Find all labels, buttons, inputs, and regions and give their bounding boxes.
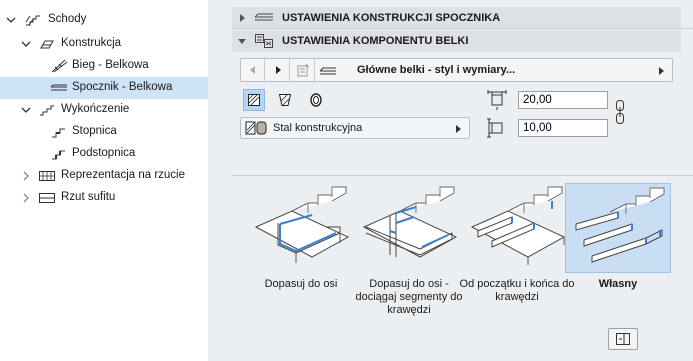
landing-beam-icon — [254, 10, 274, 26]
tree-item-bieg-belkowa[interactable]: Bieg - Belkowa — [0, 55, 208, 77]
tree-item-rzut-sufitu[interactable]: Rzut sufitu — [0, 187, 208, 209]
structure-icon — [38, 36, 56, 52]
divider — [232, 175, 693, 176]
option-fit-to-axis-extend[interactable] — [356, 183, 462, 273]
tree-item-spocznik-belkowa[interactable]: Spocznik - Belkowa — [0, 77, 208, 99]
riser-icon — [50, 146, 68, 162]
chevron-right-icon[interactable] — [21, 171, 31, 181]
split-panel-icon — [616, 333, 630, 345]
material-dropdown[interactable]: Stal konstrukcyjna — [240, 117, 470, 139]
floor-plan-icon — [38, 168, 56, 184]
material-label: Stal konstrukcyjna — [273, 122, 363, 134]
tree-item-label: Reprezentacja na rzucie — [61, 169, 186, 181]
tree-item-konstrukcja[interactable]: Konstrukcja — [0, 33, 208, 55]
beam-width-icon — [486, 89, 508, 111]
tree-item-label: Wykończenie — [61, 103, 130, 115]
flight-beam-icon — [50, 58, 68, 74]
chain-link-icon[interactable] — [615, 99, 625, 125]
chevron-down-icon[interactable] — [21, 105, 31, 115]
collapse-triangle-icon[interactable] — [237, 36, 247, 46]
option-label: Własny — [598, 278, 638, 290]
option-label: Dopasuj do osi — [264, 278, 338, 290]
tree-item-schody[interactable]: Schody — [0, 9, 208, 31]
settings-panel: USTAWIENIA KONSTRUKCJI SPOCZNIKA USTAWIE… — [232, 0, 693, 361]
edit-button[interactable] — [291, 59, 315, 81]
landing-beam-icon — [50, 80, 68, 96]
custom-illustration — [575, 187, 665, 263]
round-profile-button[interactable] — [305, 89, 327, 111]
beam-style-title[interactable]: Główne belki - styl i wymiary... — [357, 64, 515, 76]
beam-width-input[interactable] — [518, 91, 608, 109]
beam-height-icon — [486, 117, 508, 139]
finish-icon — [38, 102, 56, 118]
panel-toggle-button[interactable] — [608, 328, 638, 350]
previous-button[interactable] — [241, 59, 265, 81]
option-label: Dopasuj do osi - dociągaj segmenty do kr… — [355, 278, 463, 316]
rectangular-profile-button[interactable] — [243, 89, 265, 111]
tree-item-label: Rzut sufitu — [61, 191, 116, 203]
stair-icon — [24, 12, 42, 28]
beam-style-icon[interactable] — [316, 59, 340, 81]
beam-nav-bar: Główne belki - styl i wymiary... — [240, 58, 673, 82]
start-end-to-edge-illustration — [470, 186, 566, 265]
material-swatch-icon — [245, 121, 267, 138]
beam-component-icon — [254, 33, 274, 49]
trapezoid-profile-button[interactable] — [274, 89, 296, 111]
chevron-down-icon[interactable] — [21, 39, 31, 49]
section-title: USTAWIENIA KOMPONENTU BELKI — [282, 35, 469, 47]
tree-item-label: Konstrukcja — [61, 37, 122, 49]
option-fit-to-axis[interactable] — [248, 183, 354, 273]
tree-item-label: Spocznik - Belkowa — [72, 81, 173, 93]
section-title: USTAWIENIA KONSTRUKCJI SPOCZNIKA — [282, 12, 501, 24]
settings-tree: Schody Konstrukcja Bieg - Belkowa Spoczn… — [0, 0, 208, 361]
ceiling-plan-icon — [38, 190, 56, 206]
chevron-right-icon — [455, 124, 463, 137]
tree-item-wykonczenie[interactable]: Wykończenie — [0, 99, 208, 121]
section-beam-component-header[interactable]: USTAWIENIA KOMPONENTU BELKI — [232, 30, 681, 52]
chevron-right-icon[interactable] — [21, 193, 31, 203]
tree-item-stopnica[interactable]: Stopnica — [0, 121, 208, 143]
tree-item-label: Podstopnica — [72, 147, 136, 159]
chevron-right-icon[interactable] — [658, 66, 666, 79]
tree-item-label: Schody — [48, 13, 87, 25]
next-button[interactable] — [266, 59, 290, 81]
chevron-down-icon[interactable] — [6, 15, 16, 25]
fit-to-axis-illustration — [254, 186, 350, 263]
expand-triangle-icon[interactable] — [237, 13, 247, 23]
option-start-end-to-edge[interactable] — [464, 183, 570, 273]
section-landing-structure-header[interactable]: USTAWIENIA KONSTRUKCJI SPOCZNIKA — [232, 7, 681, 29]
tree-item-label: Bieg - Belkowa — [72, 59, 149, 71]
option-label: Od początku i końca do krawędzi — [459, 278, 575, 303]
tree-item-reprezentacja[interactable]: Reprezentacja na rzucie — [0, 165, 208, 187]
tree-item-label: Stopnica — [72, 125, 117, 137]
tread-icon — [50, 124, 68, 140]
option-custom[interactable] — [565, 183, 671, 273]
beam-height-input[interactable] — [518, 119, 608, 137]
fit-to-axis-extend-illustration — [362, 186, 458, 258]
divider — [232, 28, 693, 29]
tree-item-podstopnica[interactable]: Podstopnica — [0, 143, 208, 165]
